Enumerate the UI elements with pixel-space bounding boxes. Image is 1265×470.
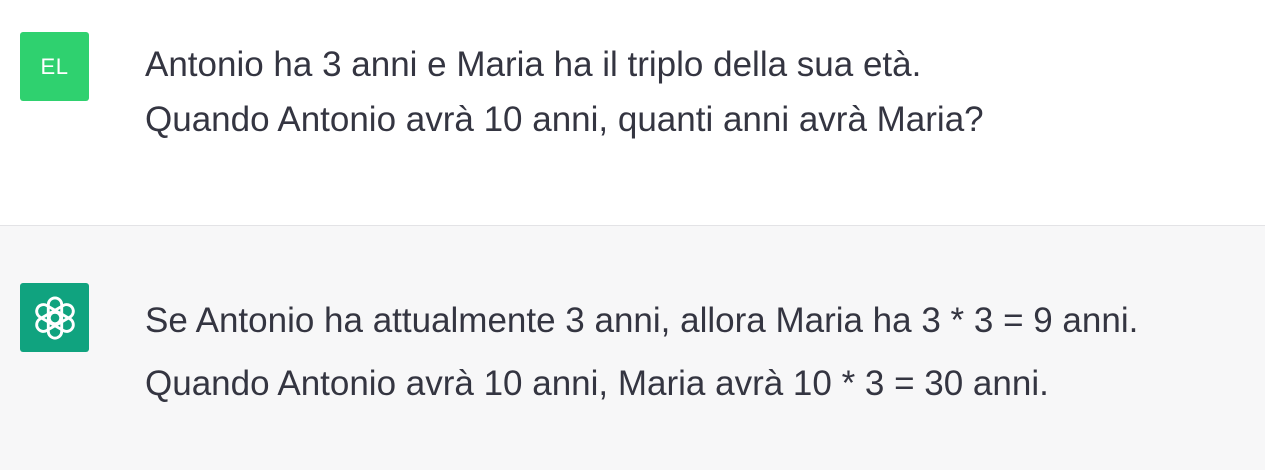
openai-logo-icon xyxy=(34,295,75,340)
assistant-message-line: Se Antonio ha attualmente 3 anni, allora… xyxy=(145,301,1139,340)
user-avatar-initials: EL xyxy=(40,53,69,79)
user-avatar: EL xyxy=(20,32,89,101)
user-message-turn: EL Antonio ha 3 anni e Maria ha il tripl… xyxy=(0,0,1265,226)
assistant-avatar xyxy=(20,283,89,352)
user-message-text: Antonio ha 3 anni e Maria ha il triplo d… xyxy=(145,47,1245,137)
chat-conversation: EL Antonio ha 3 anni e Maria ha il tripl… xyxy=(0,0,1265,470)
assistant-message-line: Quando Antonio avrà 10 anni, Maria avrà … xyxy=(145,364,1049,403)
assistant-message-text: Se Antonio ha attualmente 3 anni, allora… xyxy=(145,303,1245,401)
assistant-message-turn: Se Antonio ha attualmente 3 anni, allora… xyxy=(0,226,1265,470)
user-message-line: Quando Antonio avrà 10 anni, quanti anni… xyxy=(145,100,984,139)
user-message-line: Antonio ha 3 anni e Maria ha il triplo d… xyxy=(145,45,922,84)
